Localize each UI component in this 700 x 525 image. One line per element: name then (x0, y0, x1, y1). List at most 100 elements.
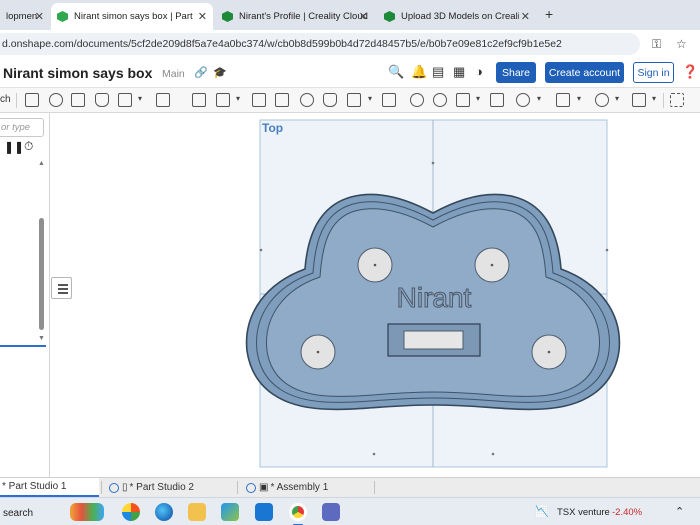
view-plane-label: Top (262, 121, 284, 135)
microsoft-store-icon[interactable] (221, 503, 239, 521)
helix-tool-icon[interactable] (490, 93, 504, 107)
search-highlight-icon[interactable] (70, 503, 104, 521)
surface-tool-icon[interactable] (595, 93, 609, 107)
browser-tab-onshape[interactable]: Nirant simon says box | Part Stu ✕ (51, 3, 213, 30)
tab-assembly-1[interactable]: ▣ * Assembly 1 (246, 478, 370, 497)
pause-icon[interactable]: ❚❚ (4, 140, 24, 154)
sketch-tool-icon[interactable] (25, 93, 39, 107)
browser-tab-creality-upload[interactable]: Upload 3D Models on Creality ✕ (378, 3, 536, 30)
rib-tool-icon[interactable] (252, 93, 266, 107)
help-icon[interactable]: ❓ (682, 64, 698, 80)
bookmark-star-icon[interactable]: ☆ (676, 37, 687, 51)
create-account-button[interactable]: Create account (545, 62, 624, 83)
fillet-tool-icon[interactable] (156, 93, 170, 107)
notifications-bell-icon[interactable]: 🔔 (411, 64, 427, 80)
scroll-down-arrow-icon[interactable]: ▼ (38, 335, 45, 342)
chrome-browser-icon[interactable] (289, 503, 307, 521)
split-tool-icon[interactable] (382, 93, 396, 107)
thicken-tool-icon[interactable] (323, 93, 337, 107)
panel-divider[interactable] (0, 345, 46, 347)
feature-list-scrollbar[interactable]: ▲ ▼ (37, 158, 45, 346)
chevron-down-icon[interactable]: ▾ (138, 94, 142, 103)
draft-tool-icon[interactable] (216, 93, 230, 107)
hole-center-point (373, 263, 377, 267)
add-custom-feature-icon[interactable] (670, 93, 684, 107)
teams-icon[interactable] (322, 503, 340, 521)
file-explorer-icon[interactable] (188, 503, 206, 521)
chevron-down-icon[interactable]: ▾ (236, 94, 240, 103)
close-tab-icon[interactable]: ✕ (35, 10, 44, 23)
assembly-icon (246, 482, 256, 493)
part-embossed-text[interactable]: Nirant (396, 282, 472, 314)
copilot-icon[interactable] (122, 503, 140, 521)
sheet-metal-tool-icon[interactable] (632, 93, 646, 107)
stock-chart-icon: 📉 (535, 506, 549, 518)
toolbar-search-text[interactable]: ch (0, 94, 11, 105)
creality-favicon-icon (384, 11, 395, 22)
chevron-down-icon[interactable]: ▾ (476, 94, 480, 103)
url-text: d.onshape.com/documents/5cf2de209d8f5a7e… (2, 38, 562, 50)
browser-tab-development[interactable]: lopmen ✕ (0, 3, 50, 30)
close-tab-icon[interactable]: ✕ (198, 10, 207, 23)
stopwatch-icon[interactable]: ⏱ (24, 139, 33, 154)
display-slot-inner[interactable] (403, 330, 464, 350)
chevron-down-icon[interactable]: ▾ (537, 94, 541, 103)
loft-tool-icon[interactable] (95, 93, 109, 107)
mail-icon[interactable] (255, 503, 273, 521)
browser-tab-strip: lopmen ✕ Nirant simon says box | Part St… (0, 0, 700, 30)
tab-label: * Assembly 1 (270, 482, 329, 493)
hole-tool-icon[interactable] (300, 93, 314, 107)
scrollbar-thumb[interactable] (39, 218, 44, 330)
browser-tab-creality-profile[interactable]: Nirant's Profile | Creality Cloud ✕ (216, 3, 374, 30)
key-icon[interactable]: ⚿ (652, 37, 661, 52)
branch-label[interactable]: Main (162, 68, 185, 80)
scroll-up-arrow-icon[interactable]: ▲ (38, 160, 45, 167)
app-store-icon[interactable]: ▦ (453, 64, 465, 80)
graphics-viewport[interactable]: Nirant Top (51, 113, 700, 477)
mate-connector-tool-icon[interactable] (556, 93, 570, 107)
close-tab-icon[interactable]: ✕ (359, 10, 368, 23)
creality-favicon-icon (222, 11, 233, 22)
boolean-tool-icon[interactable] (347, 93, 361, 107)
origin-point[interactable] (431, 292, 435, 296)
search-icon[interactable]: 🔍 (388, 64, 404, 80)
os-taskbar: search 📉 TSX venture -2.40% ⌃ (0, 497, 700, 525)
graduation-cap-icon[interactable]: 🎓 (213, 66, 227, 79)
sketch-point (605, 248, 609, 252)
sweep-tool-icon[interactable] (118, 93, 132, 107)
feature-list-toggle-icon[interactable] (51, 277, 72, 299)
shell-tool-icon[interactable] (275, 93, 289, 107)
sign-in-button[interactable]: Sign in (633, 62, 674, 83)
mirror-tool-icon[interactable] (456, 93, 470, 107)
url-field[interactable]: d.onshape.com/documents/5cf2de209d8f5a7e… (0, 33, 640, 55)
extrude-tool-icon[interactable] (71, 93, 85, 107)
chamfer-tool-icon[interactable] (192, 93, 206, 107)
chevron-down-icon[interactable]: ▾ (652, 94, 656, 103)
tab-part-studio-1[interactable]: * Part Studio 1 (0, 478, 99, 497)
edge-browser-icon[interactable] (155, 503, 173, 521)
feature-filter-input[interactable]: or type (0, 118, 44, 137)
learning-globe-icon[interactable]: ◑ (475, 64, 483, 79)
address-bar: d.onshape.com/documents/5cf2de209d8f5a7e… (0, 30, 700, 58)
chevron-down-icon[interactable]: ▾ (368, 94, 372, 103)
model-canvas[interactable]: Nirant (51, 113, 700, 477)
document-title[interactable]: Nirant simon says box (3, 65, 152, 81)
transform-tool-icon[interactable] (410, 93, 424, 107)
chevron-down-icon[interactable]: ▾ (615, 94, 619, 103)
tab-label: lopmen (6, 11, 38, 22)
share-button[interactable]: Share (496, 62, 536, 83)
pattern-tool-icon[interactable] (433, 93, 447, 107)
link-icon[interactable]: 🔗 (194, 66, 208, 79)
tab-divider (237, 481, 238, 494)
ticker-name[interactable]: TSX venture (557, 507, 610, 518)
taskbar-search[interactable]: search (3, 508, 33, 519)
plane-tool-icon[interactable] (516, 93, 530, 107)
close-tab-icon[interactable]: ✕ (521, 10, 530, 23)
hole-center-point (316, 350, 320, 354)
release-list-icon[interactable]: ▤ (432, 64, 444, 80)
new-tab-button[interactable]: + (545, 6, 553, 22)
tab-part-studio-2[interactable]: ▯ * Part Studio 2 (109, 478, 233, 497)
show-hidden-icons-chevron-icon[interactable]: ⌃ (675, 505, 684, 518)
chevron-down-icon[interactable]: ▾ (577, 94, 581, 103)
revolve-tool-icon[interactable] (49, 93, 63, 107)
